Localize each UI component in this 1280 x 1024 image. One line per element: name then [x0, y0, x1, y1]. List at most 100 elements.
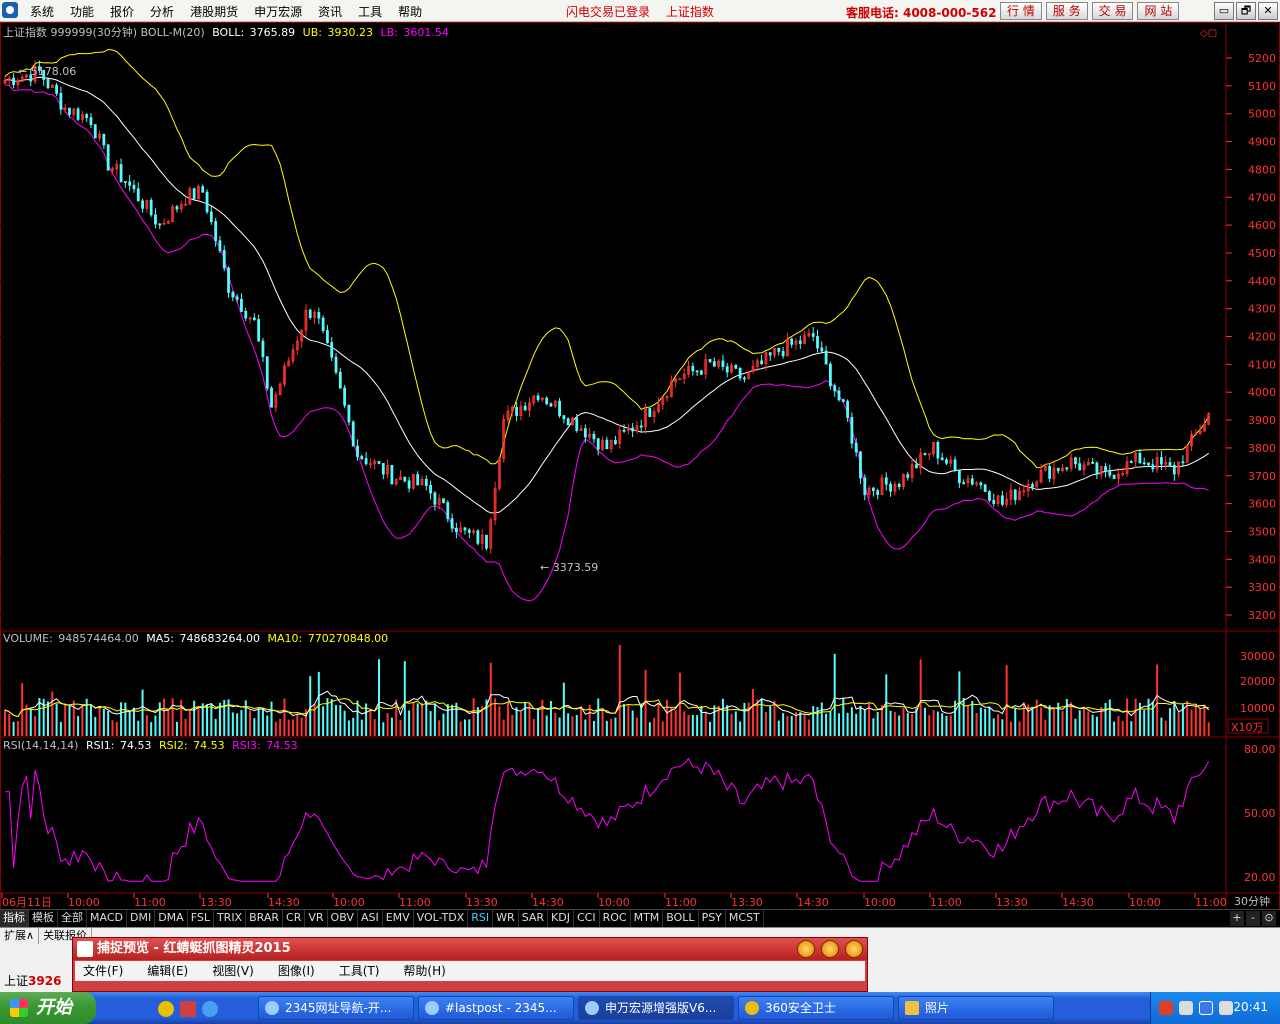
menu-item-tools[interactable]: 工具	[350, 3, 390, 20]
volume-bar	[158, 702, 161, 736]
volume-bar	[420, 702, 423, 736]
tab-roc[interactable]: ROC	[600, 910, 631, 927]
kline-chart[interactable]: 上证指数 999999(30分钟) BOLL-M(20) BOLL: 3765.…	[0, 22, 1280, 910]
taskbar-item-label: #lastpost - 2345...	[445, 1001, 557, 1015]
capture-maximize-icon[interactable]	[821, 940, 839, 958]
menu-item-help[interactable]: 帮助	[390, 3, 430, 20]
tab-psy[interactable]: PSY	[699, 910, 726, 927]
menu-item-quote[interactable]: 报价	[102, 3, 142, 20]
taskbar-item-360[interactable]: 360安全卫士	[738, 996, 894, 1020]
capture-menu-tools[interactable]: 工具(T)	[339, 961, 380, 981]
shield-tray-icon[interactable]	[1199, 1001, 1213, 1015]
tab-obv[interactable]: OBV	[328, 910, 358, 927]
menu-item-system[interactable]: 系统	[22, 3, 62, 20]
tab-vol-tdx[interactable]: VOL-TDX	[414, 910, 469, 927]
capture-minimize-icon[interactable]	[797, 940, 815, 958]
tab-sar[interactable]: SAR	[519, 910, 549, 927]
service-button[interactable]: 服 务	[1045, 2, 1088, 20]
taskbar-item-swhy[interactable]: 申万宏源增强版V6...	[578, 996, 734, 1020]
period-label[interactable]: 30分钟	[1234, 894, 1270, 908]
quicklaunch-browser-icon[interactable]	[202, 1001, 218, 1017]
capture-preview-window[interactable]: 捕捉预览 - 红蜻蜓抓图精灵2015 文件(F) 编辑(E) 视图(V) 图像(…	[72, 937, 868, 992]
menu-item-hk-futures[interactable]: 港股期货	[182, 3, 246, 20]
tab-kdj[interactable]: KDJ	[548, 910, 574, 927]
low-value: 3373.59	[553, 561, 599, 574]
volume-bar	[713, 705, 716, 736]
panel-toggle-icon[interactable]: ◇▢	[1200, 28, 1217, 39]
tab-emv[interactable]: EMV	[383, 910, 414, 927]
menu-item-news[interactable]: 资讯	[310, 3, 350, 20]
market-button[interactable]: 行 情	[1000, 2, 1042, 20]
capture-menu-view[interactable]: 视图(V)	[212, 961, 254, 981]
start-button[interactable]: 开始	[0, 992, 96, 1024]
add-panel-button[interactable]: +	[1230, 911, 1244, 926]
candle-body	[123, 181, 127, 183]
tab-macd[interactable]: MACD	[87, 910, 127, 927]
tab-vr[interactable]: VR	[305, 910, 328, 927]
tab-all[interactable]: 全部	[58, 910, 87, 927]
tab-template[interactable]: 模板	[29, 910, 58, 927]
tab-mcst[interactable]: MCST	[726, 910, 764, 927]
volume-bar	[141, 689, 144, 736]
menu-item-function[interactable]: 功能	[62, 3, 102, 20]
tab-dma[interactable]: DMA	[155, 910, 188, 927]
ma10-value: 770270848.00	[308, 632, 388, 645]
boll-lower-band	[4, 84, 1209, 602]
input-method-icon[interactable]	[1159, 1001, 1173, 1015]
capture-close-icon[interactable]	[845, 940, 863, 958]
candle-body	[562, 415, 566, 420]
volume-icon[interactable]	[1219, 1001, 1233, 1015]
tab-rsi[interactable]: RSI	[468, 910, 494, 927]
tab-wr[interactable]: WR	[493, 910, 519, 927]
remove-panel-button[interactable]: -	[1246, 911, 1260, 926]
tab-trix[interactable]: TRIX	[214, 910, 247, 927]
capture-window-title: 捕捉预览 - 红蜻蜓抓图精灵2015	[97, 941, 291, 956]
quicklaunch-app-icon[interactable]	[180, 1001, 196, 1017]
tab-dmi[interactable]: DMI	[127, 910, 156, 927]
menu-item-analysis[interactable]: 分析	[142, 3, 182, 20]
candle-body	[175, 206, 179, 210]
trade-button[interactable]: 交 易	[1091, 2, 1134, 20]
menu-item-swhy[interactable]: 申万宏源	[246, 3, 310, 20]
capture-window-titlebar[interactable]: 捕捉预览 - 红蜻蜓抓图精灵2015	[73, 938, 867, 960]
keyboard-icon[interactable]	[1179, 1001, 1193, 1015]
capture-menu-file[interactable]: 文件(F)	[83, 961, 123, 981]
candle-body	[798, 340, 802, 344]
volume-bar	[554, 712, 557, 736]
capture-menu-help[interactable]: 帮助(H)	[403, 961, 445, 981]
tab-brar[interactable]: BRAR	[246, 910, 284, 927]
restore-button[interactable]: 🗗	[1236, 2, 1256, 20]
tab-cr[interactable]: CR	[283, 910, 306, 927]
tab-mtm[interactable]: MTM	[631, 910, 664, 927]
volume-bar	[696, 715, 699, 736]
tab-indicator[interactable]: 指标	[0, 910, 29, 927]
top-buttons: 行 情 服 务 交 易 网 站	[1000, 2, 1183, 20]
volume-bar	[274, 721, 277, 736]
candle-body	[1048, 466, 1052, 479]
tab-expand[interactable]: 扩展∧	[0, 928, 40, 944]
volume-bar	[945, 715, 948, 736]
volume-bar	[34, 716, 37, 736]
volume-bar	[292, 719, 295, 736]
tab-fsl[interactable]: FSL	[188, 910, 214, 927]
capture-menu-edit[interactable]: 编辑(E)	[147, 961, 188, 981]
volume-bar	[120, 702, 123, 736]
volume-bar	[777, 720, 780, 736]
close-button[interactable]: ✕	[1258, 2, 1278, 20]
tab-cci[interactable]: CCI	[574, 910, 600, 927]
tab-boll[interactable]: BOLL	[663, 910, 699, 927]
tab-asi[interactable]: ASI	[358, 910, 383, 927]
panel-settings-button[interactable]: ⊙	[1262, 911, 1276, 926]
taskbar-item-photos[interactable]: 照片	[898, 996, 1054, 1020]
candle-body	[816, 336, 819, 349]
website-button[interactable]: 网 站	[1137, 2, 1180, 20]
candle-body	[270, 387, 273, 408]
volume-bar	[906, 713, 909, 736]
capture-menu-image[interactable]: 图像(I)	[278, 961, 315, 981]
taskbar-item-2345nav[interactable]: 2345网址导航-开...	[258, 996, 414, 1020]
volume-bar	[850, 707, 853, 736]
quicklaunch-360-icon[interactable]	[158, 1001, 174, 1017]
volume-bar	[919, 659, 922, 736]
taskbar-item-lastpost[interactable]: #lastpost - 2345...	[418, 996, 574, 1020]
minimize-button[interactable]: ▭	[1214, 2, 1234, 20]
